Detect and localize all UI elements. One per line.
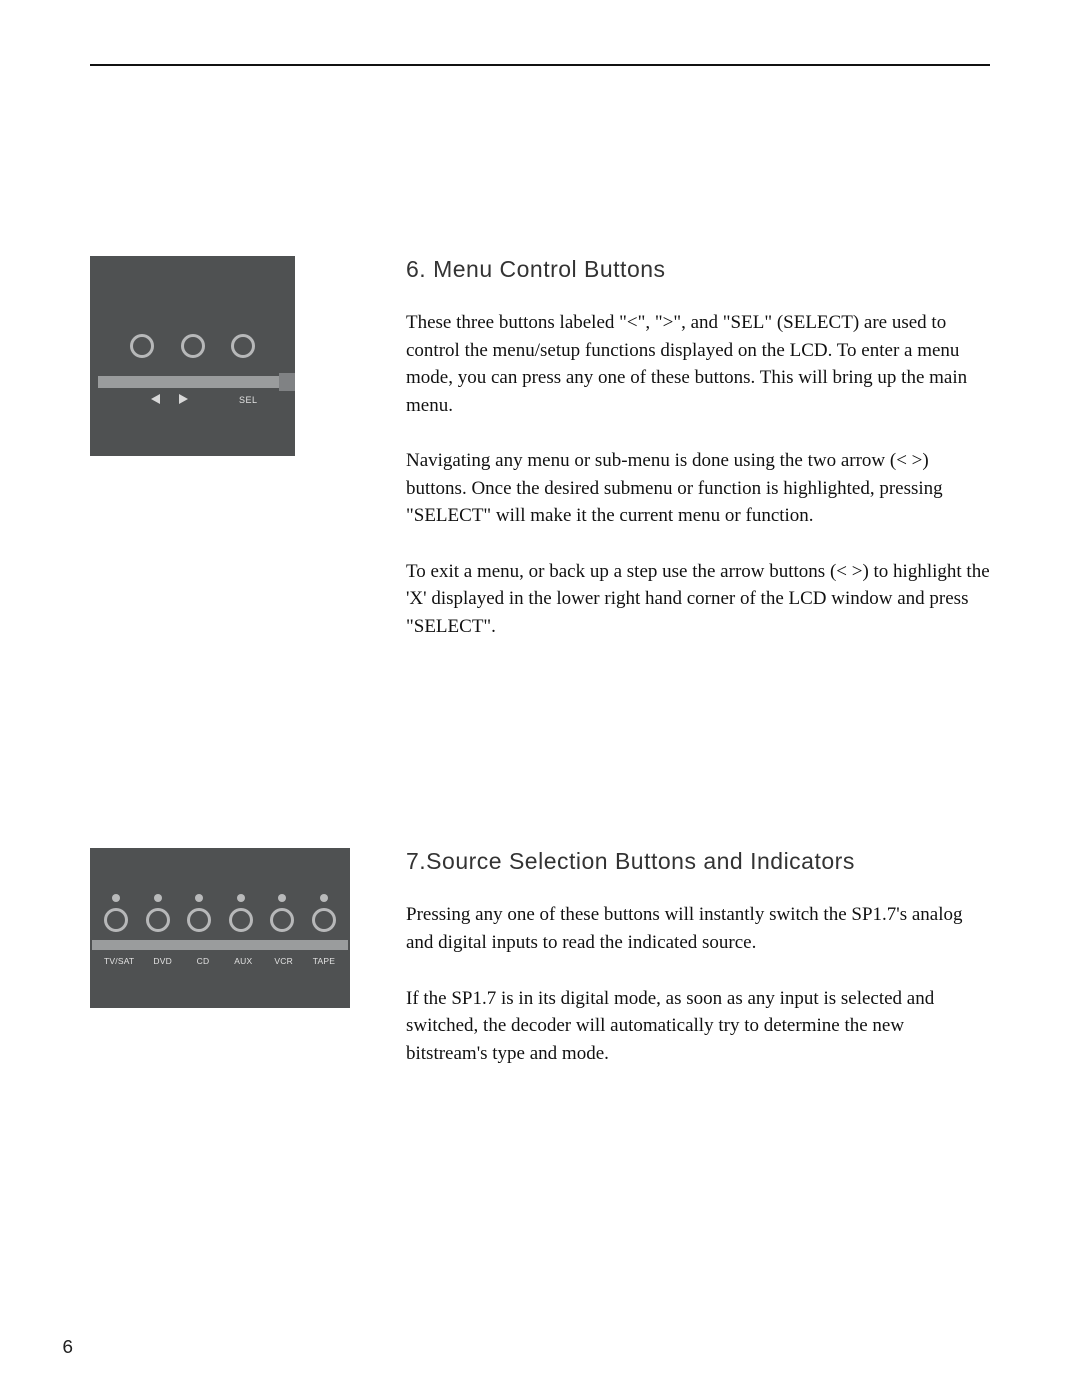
- source-label-tape: TAPE: [312, 956, 336, 966]
- page-number: 6: [62, 1337, 75, 1359]
- figure-column-menu: SEL: [90, 256, 350, 668]
- source-label-dvd: DVD: [151, 956, 175, 966]
- menu-panel-strip-tab: [279, 373, 295, 391]
- source-led-vcr: [278, 894, 286, 902]
- source-selection-panel-figure: TV/SAT DVD CD AUX VCR TAPE: [90, 848, 350, 1008]
- menu-select-button: [231, 334, 255, 358]
- text-column-source: 7.Source Selection Buttons and Indicator…: [406, 848, 990, 1095]
- source-led-tvsat: [112, 894, 120, 902]
- menu-knob-row: [90, 334, 295, 358]
- section7-heading: 7.Source Selection Buttons and Indicator…: [406, 848, 990, 875]
- source-label-row: TV/SAT DVD CD AUX VCR TAPE: [104, 956, 336, 966]
- source-button-row: [104, 908, 336, 932]
- source-button-cd: [187, 908, 211, 932]
- source-label-tvsat: TV/SAT: [104, 956, 134, 966]
- source-led-tape: [320, 894, 328, 902]
- source-panel-strip: [92, 940, 348, 950]
- section6-paragraph-2: Navigating any menu or sub-menu is done …: [406, 447, 990, 530]
- section-source-selection: TV/SAT DVD CD AUX VCR TAPE 7.Source Sele…: [90, 848, 990, 1095]
- arrow-left-icon: [123, 394, 160, 406]
- arrow-right-icon: [179, 394, 216, 406]
- source-button-vcr: [270, 908, 294, 932]
- section-menu-control: SEL 6. Menu Control Buttons These three …: [90, 256, 990, 668]
- source-led-cd: [195, 894, 203, 902]
- menu-panel-strip: [98, 376, 295, 388]
- section6-paragraph-1: These three buttons labeled "<", ">", an…: [406, 309, 990, 419]
- source-label-aux: AUX: [231, 956, 255, 966]
- source-led-aux: [237, 894, 245, 902]
- text-column-menu: 6. Menu Control Buttons These three butt…: [406, 256, 990, 668]
- source-button-aux: [229, 908, 253, 932]
- section6-paragraph-3: To exit a menu, or back up a step use th…: [406, 558, 990, 641]
- menu-left-button: [130, 334, 154, 358]
- source-label-cd: CD: [191, 956, 215, 966]
- source-led-row: [104, 894, 336, 902]
- page: SEL 6. Menu Control Buttons These three …: [0, 0, 1080, 1397]
- source-button-tape: [312, 908, 336, 932]
- menu-label-row: SEL: [90, 394, 295, 406]
- source-led-dvd: [154, 894, 162, 902]
- menu-control-panel-figure: SEL: [90, 256, 295, 456]
- menu-right-button: [181, 334, 205, 358]
- section7-paragraph-2: If the SP1.7 is in its digital mode, as …: [406, 985, 990, 1068]
- top-rule: [90, 64, 990, 66]
- source-label-vcr: VCR: [272, 956, 296, 966]
- section6-heading: 6. Menu Control Buttons: [406, 256, 990, 283]
- figure-column-source: TV/SAT DVD CD AUX VCR TAPE: [90, 848, 350, 1095]
- sel-label: SEL: [234, 395, 262, 405]
- source-button-dvd: [146, 908, 170, 932]
- source-button-tvsat: [104, 908, 128, 932]
- section7-paragraph-1: Pressing any one of these buttons will i…: [406, 901, 990, 956]
